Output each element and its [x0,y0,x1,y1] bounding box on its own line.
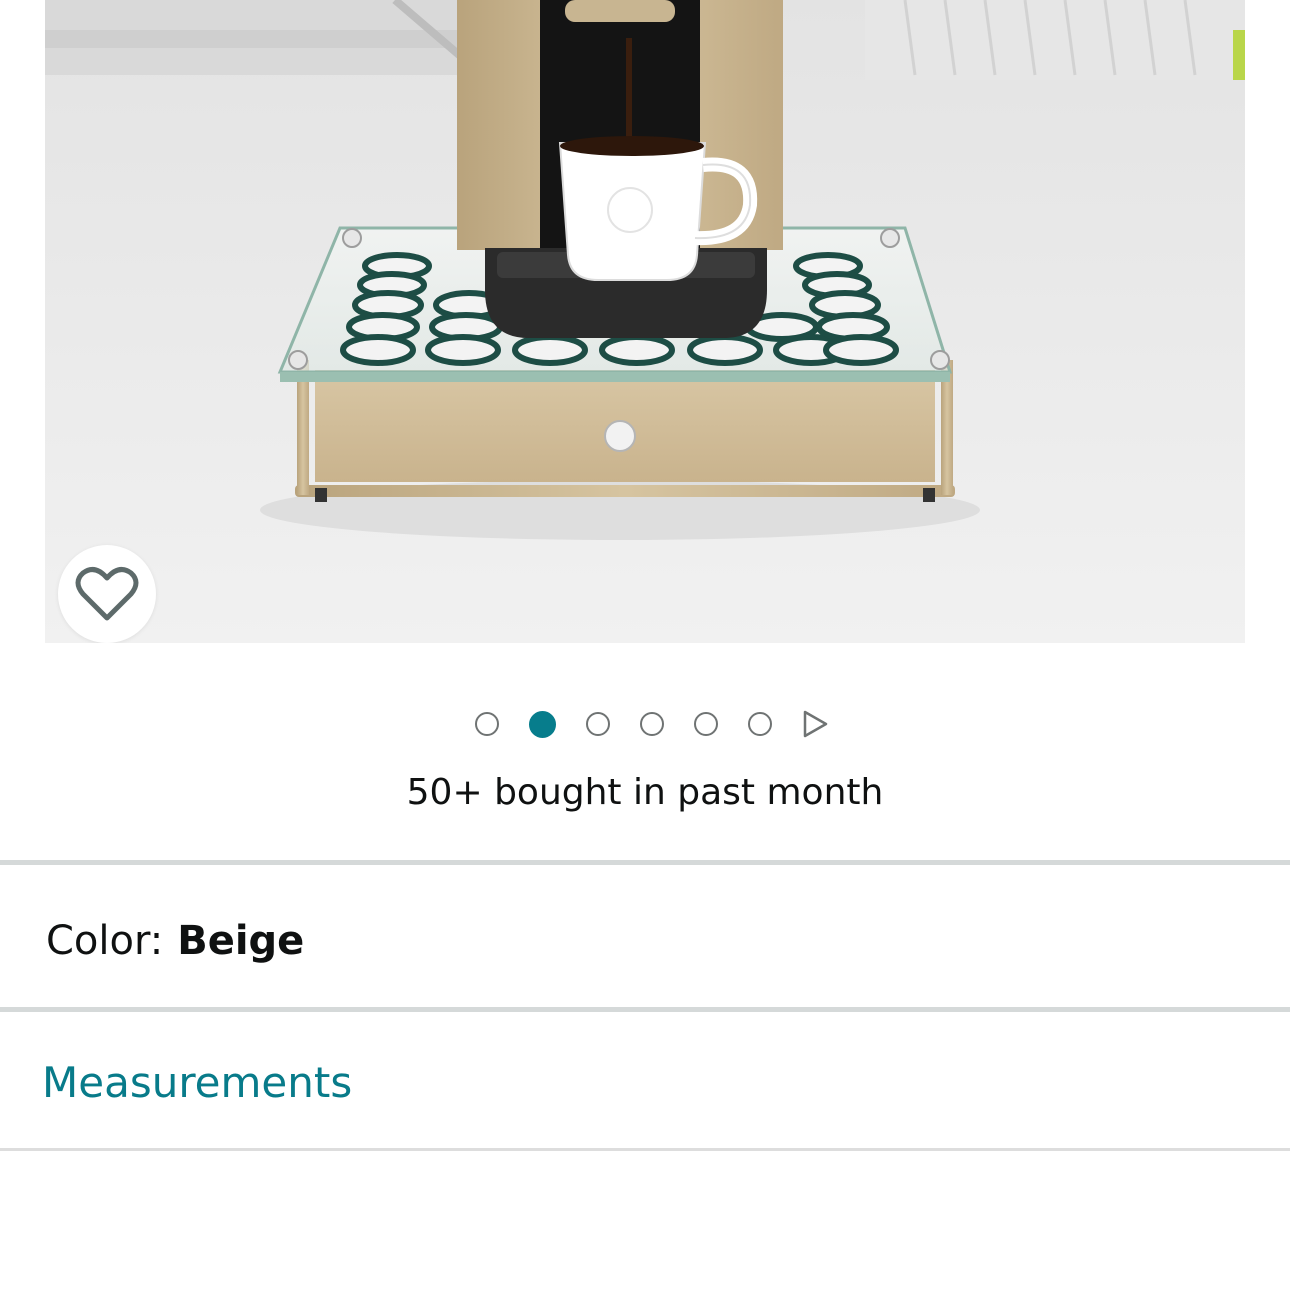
bought-in-past-month: 50+ bought in past month [406,772,884,813]
product-photo [45,0,1245,643]
carousel-dot[interactable] [639,712,664,736]
section-divider [0,1148,1290,1151]
image-carousel-dots [0,706,1290,742]
play-triangle-icon[interactable] [802,710,828,738]
section-divider [0,1007,1290,1012]
wishlist-button[interactable] [58,545,156,643]
carousel-dot[interactable] [528,710,556,738]
section-divider [0,860,1290,865]
measurements-link[interactable]: Measurements [42,1056,352,1110]
carousel-dot[interactable] [693,712,718,736]
color-selector[interactable]: Color: Beige [46,915,304,967]
carousel-dot[interactable] [747,712,772,736]
color-label: Color: [46,918,164,964]
heart-outline-icon [75,566,139,621]
product-page: 50+ bought in past month Color: Beige Mea… [0,0,1290,1290]
carousel-dot[interactable] [585,712,610,736]
color-value: Beige [177,918,305,964]
carousel-dot[interactable] [474,712,499,736]
product-image[interactable] [45,0,1245,643]
